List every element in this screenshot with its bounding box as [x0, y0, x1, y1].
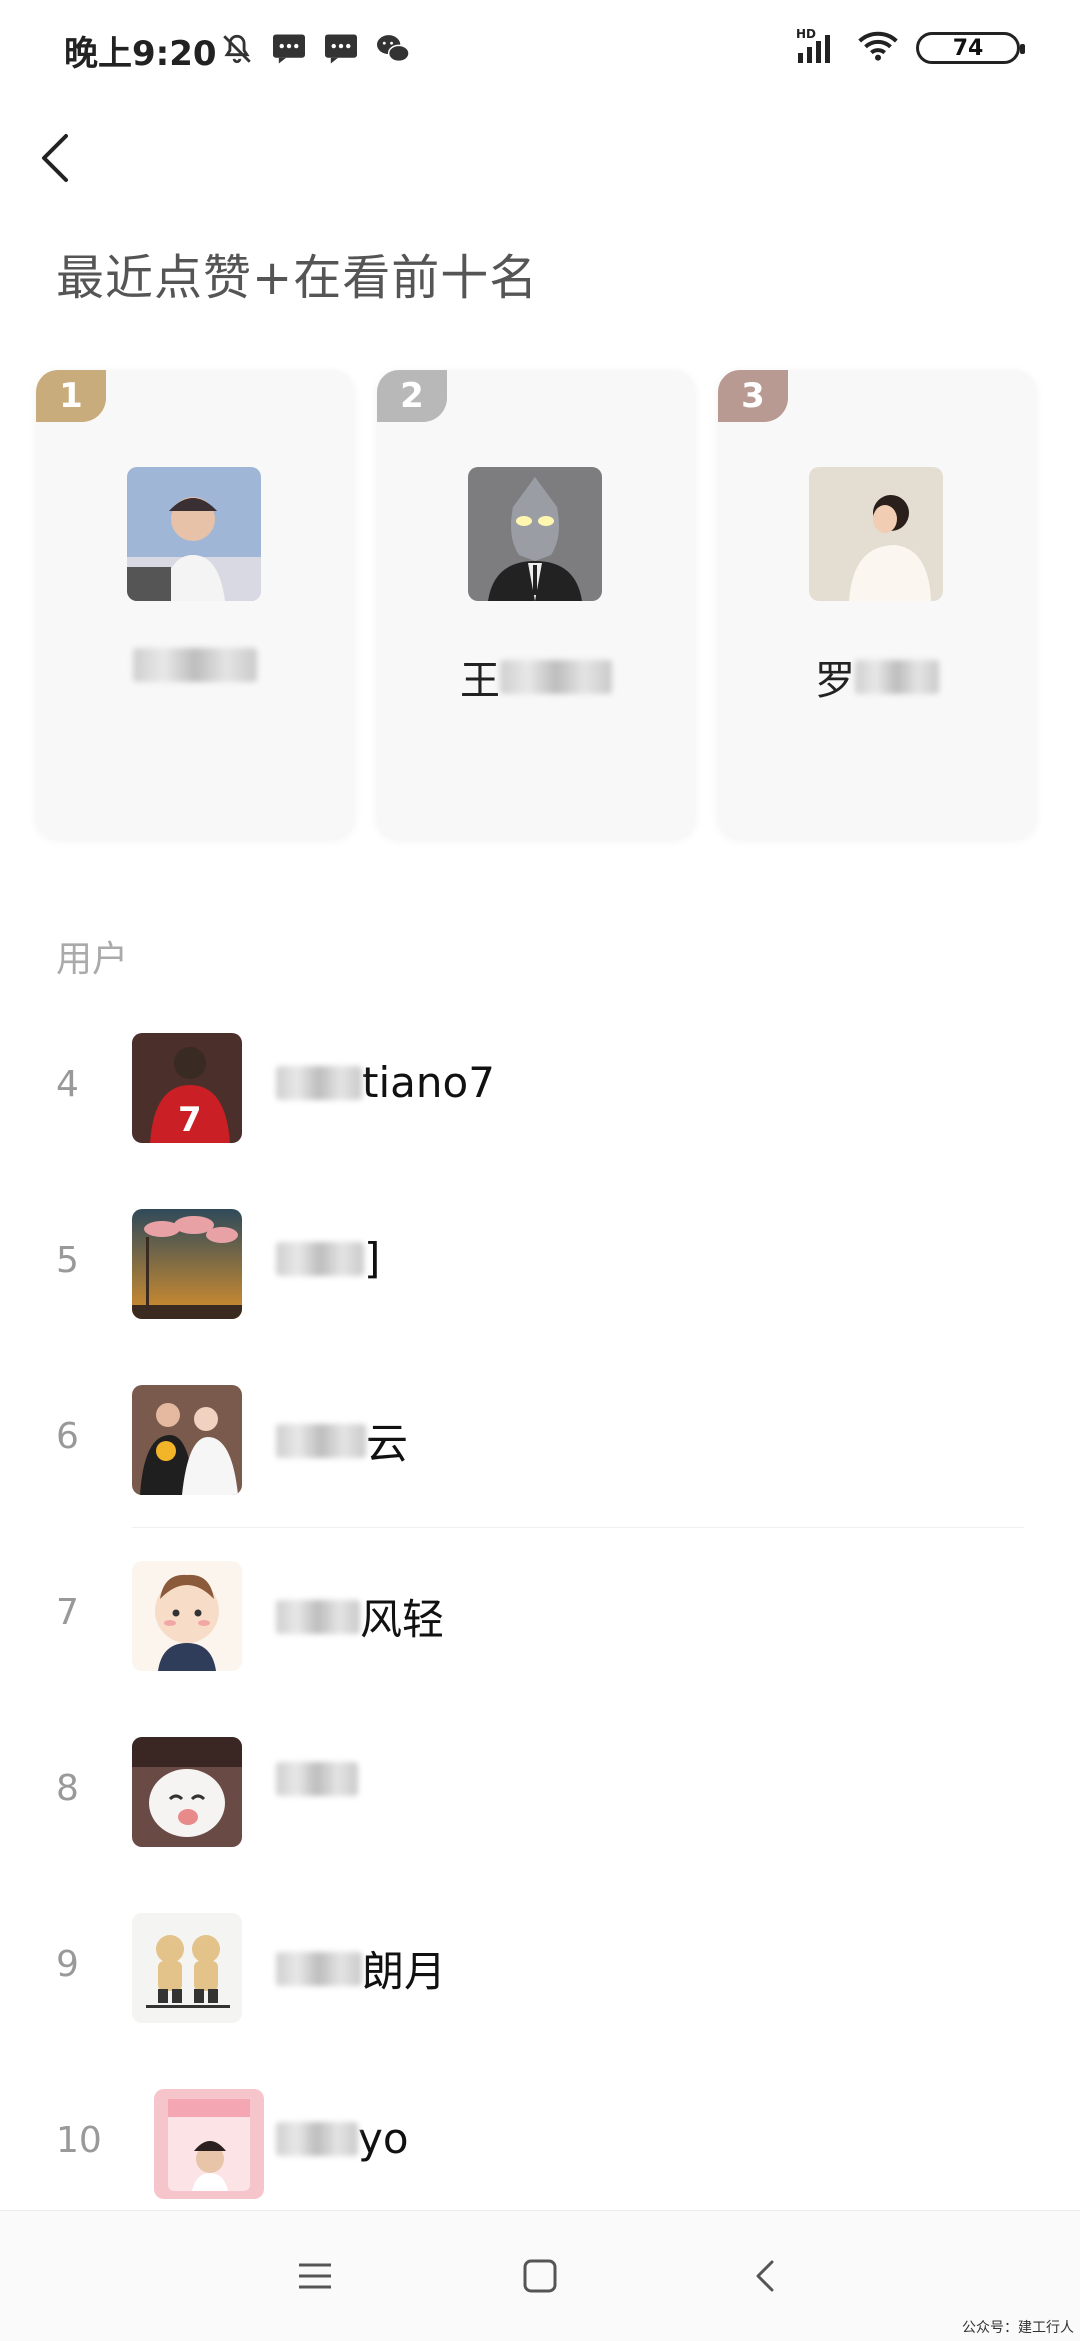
user-name: 风轻: [276, 1586, 444, 1647]
rank-number: 10: [56, 2120, 102, 2161]
watermark: 公众号：建工行人: [962, 2320, 1074, 2336]
rank-number: 6: [56, 1416, 79, 1457]
name-visible-part: 风轻: [360, 1595, 445, 1644]
status-bar: 晚上9:20 HD 74: [0, 0, 1080, 100]
notification-icons: [218, 30, 412, 68]
battery-level: 74: [952, 35, 984, 61]
top3-cards: 1 2 王 3 罗: [36, 370, 1048, 840]
bell-off-icon: [218, 30, 256, 68]
avatar: [132, 1209, 242, 1319]
status-time: 晚上9:20: [64, 34, 217, 74]
name-visible-part: 罗: [815, 658, 855, 704]
user-name: tiano7: [276, 1058, 495, 1107]
blurred-name: [276, 1423, 366, 1458]
blurred-name: [133, 648, 257, 682]
name-visible-part: tiano7: [362, 1058, 495, 1107]
rank-badge: 2: [377, 370, 447, 422]
blurred-name: [276, 1065, 362, 1100]
list-item[interactable]: 7 风轻: [0, 1528, 1080, 1704]
svg-text:7: 7: [178, 1100, 202, 1140]
back-triangle-icon: [756, 2260, 774, 2292]
name-visible-part: 朗月: [362, 1947, 447, 1996]
menu-button[interactable]: [290, 2251, 340, 2301]
user-name: 朗月: [276, 1938, 446, 1999]
top-card-2[interactable]: 2 王: [377, 370, 695, 838]
user-name: ]: [276, 1234, 380, 1283]
wechat-icon: [374, 30, 412, 68]
avatar: [132, 1385, 242, 1495]
list-item[interactable]: 8: [0, 1704, 1080, 1880]
blurred-name: [855, 660, 939, 694]
name-visible-part: 云: [366, 1419, 409, 1468]
rank-number: 7: [56, 1592, 79, 1633]
home-button[interactable]: [515, 2251, 565, 2301]
back-nav-button[interactable]: [740, 2251, 790, 2301]
user-name: 云: [276, 1410, 408, 1471]
battery-icon: 74: [916, 32, 1025, 64]
back-button[interactable]: [30, 128, 80, 188]
avatar: [132, 1737, 242, 1847]
top-card-name: [36, 648, 354, 682]
page-title: 最近点赞+在看前十名: [56, 250, 539, 306]
message-icon: [322, 30, 360, 68]
name-visible-part: yo: [358, 2114, 409, 2163]
top-card-name: 王: [377, 648, 695, 706]
name-visible-part: 王: [460, 658, 500, 704]
rank-number: 9: [56, 1944, 79, 1985]
user-name: [276, 1762, 358, 1796]
rank-number: 5: [56, 1240, 79, 1281]
top-card-1[interactable]: 1: [36, 370, 354, 838]
list-item[interactable]: 10 yo: [0, 2056, 1080, 2232]
avatar: [132, 1913, 242, 2023]
system-nav-bar: 公众号：建工行人: [0, 2210, 1080, 2341]
rank-number: 8: [56, 1768, 79, 1809]
name-visible-part: ]: [364, 1234, 381, 1283]
top-card-3[interactable]: 3 罗: [718, 370, 1036, 838]
menu-icon: [299, 2263, 331, 2289]
blurred-name: [276, 1599, 360, 1634]
user-name: yo: [276, 2114, 409, 2163]
top-card-name: 罗: [718, 648, 1036, 706]
list-item[interactable]: 5 ]: [0, 1176, 1080, 1352]
blurred-name: [276, 1951, 362, 1986]
blurred-name: [276, 1762, 358, 1796]
signal-icon: HD: [796, 27, 840, 65]
home-square-icon: [523, 2259, 557, 2293]
message-icon: [270, 30, 308, 68]
rank-badge: 3: [718, 370, 788, 422]
list-item[interactable]: 4 7 tiano7: [0, 1000, 1080, 1176]
rank-badge: 1: [36, 370, 106, 422]
status-right-icons: HD 74: [796, 27, 1025, 66]
avatar: [127, 467, 261, 601]
section-label: 用户: [56, 939, 129, 980]
avatar: [809, 467, 943, 601]
blurred-name: [276, 1241, 364, 1276]
blurred-name: [500, 660, 612, 694]
network-label: HD: [796, 27, 817, 41]
avatar: [468, 467, 602, 601]
rank-number: 4: [56, 1064, 79, 1105]
chevron-left-icon: [42, 134, 68, 182]
wifi-icon: [858, 30, 898, 66]
avatar: [132, 1561, 242, 1671]
blurred-name: [276, 2121, 358, 2156]
list-item[interactable]: 6 云: [0, 1352, 1080, 1528]
list-item[interactable]: 9 朗月: [0, 1880, 1080, 2056]
avatar: 7: [132, 1033, 242, 1143]
avatar: [154, 2089, 264, 2199]
